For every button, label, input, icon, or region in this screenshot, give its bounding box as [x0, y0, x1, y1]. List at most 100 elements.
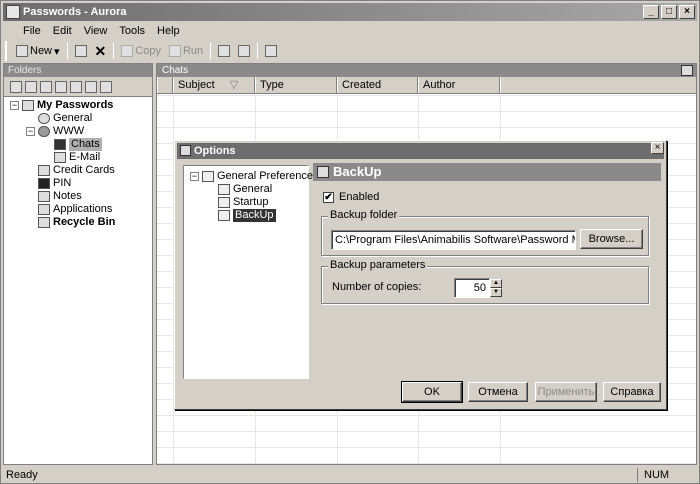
menu-edit[interactable]: Edit: [47, 25, 78, 37]
copies-label: Number of copies:: [332, 281, 422, 293]
menu-help[interactable]: Help: [151, 25, 186, 37]
pane-menu-icon[interactable]: [681, 65, 693, 76]
delete-button[interactable]: ✕: [92, 42, 110, 60]
stepper-down-icon[interactable]: ▼: [490, 288, 502, 297]
folder-sort-icon[interactable]: [85, 80, 97, 93]
help-button[interactable]: Справка: [603, 382, 661, 402]
tree-node-my-passwords[interactable]: − My Passwords: [4, 99, 152, 112]
app-icon: [6, 5, 20, 19]
pref-node-general[interactable]: General: [218, 183, 272, 196]
copy-button[interactable]: Copy: [118, 42, 164, 60]
tree-label: WWW: [53, 125, 85, 137]
tree-label: General: [53, 112, 93, 124]
menu-view[interactable]: View: [78, 25, 114, 37]
panel-title: BackUp: [333, 164, 382, 179]
recycle-bin-icon: [38, 217, 50, 228]
backup-parameters-group: Backup parameters Number of copies: 50 ▲…: [321, 259, 649, 304]
toolbar-separator: [113, 43, 115, 59]
backup-panel: BackUp ✔ Enabled Backup folder C:\Progra…: [313, 163, 661, 381]
tree-node-www[interactable]: − WWW: [4, 125, 152, 138]
list-title: Chats: [162, 65, 189, 76]
folder-properties-icon[interactable]: [25, 80, 37, 93]
enabled-checkbox[interactable]: ✔ Enabled: [323, 191, 379, 203]
new-folder-icon[interactable]: [10, 80, 22, 93]
tree-node-general[interactable]: General: [4, 112, 152, 125]
run-button-label: Run: [182, 45, 204, 57]
properties-button[interactable]: [72, 42, 90, 60]
folder-view-icon[interactable]: [100, 80, 112, 93]
column-header-filler: [500, 77, 696, 93]
backup-icon: [317, 166, 329, 178]
column-header-icon[interactable]: [157, 77, 173, 93]
tree-label: Credit Cards: [53, 164, 115, 176]
new-button[interactable]: New ▾: [13, 42, 63, 60]
folder-tree: − My Passwords General − WWW Chats E-Mai…: [4, 97, 152, 229]
column-headers: Subject ▽ Type Created Author: [157, 77, 696, 94]
sort-arrow-icon: ▽: [229, 79, 239, 91]
collapse-icon[interactable]: −: [10, 101, 19, 110]
pref-node-startup[interactable]: Startup: [218, 196, 268, 209]
preferences-tree: − General Preferences General Startup Ba…: [183, 165, 319, 379]
group-label: Backup folder: [328, 209, 400, 221]
pref-node-general-preferences[interactable]: − General Preferences: [190, 170, 319, 183]
email-icon: [54, 152, 66, 163]
dropdown-arrow-icon[interactable]: ▾: [54, 45, 60, 58]
page-icon: [218, 210, 230, 221]
menu-bar: File Edit View Tools Help: [3, 22, 186, 40]
lock-button[interactable]: [262, 42, 280, 60]
pref-node-backup[interactable]: BackUp: [218, 209, 276, 222]
stepper-up-icon[interactable]: ▲: [490, 279, 502, 288]
enabled-label: Enabled: [339, 191, 380, 203]
minimize-button[interactable]: _: [643, 5, 659, 19]
dialog-close-button[interactable]: ×: [651, 142, 664, 154]
column-header-subject[interactable]: Subject ▽: [173, 77, 255, 93]
tree-label: E-Mail: [69, 151, 101, 163]
column-header-created[interactable]: Created: [337, 77, 418, 93]
copies-input[interactable]: 50: [454, 278, 490, 298]
ok-button[interactable]: OK: [401, 381, 463, 403]
collapse-icon[interactable]: −: [190, 172, 199, 181]
copies-stepper[interactable]: ▲ ▼: [490, 279, 502, 297]
options-icon: [180, 145, 191, 156]
tree-node-pin[interactable]: PIN: [4, 177, 152, 190]
tree-node-notes[interactable]: Notes: [4, 190, 152, 203]
backup-folder-input[interactable]: C:\Program Files\Animabilis Software\Pas…: [331, 230, 576, 250]
folder-delete-icon[interactable]: [40, 80, 52, 93]
tree-node-applications[interactable]: Applications: [4, 203, 152, 216]
checkbox-box[interactable]: ✔: [323, 191, 334, 203]
num-lock-indicator: NUM: [637, 468, 697, 482]
tree-node-email[interactable]: E-Mail: [4, 151, 152, 164]
folders-pane: Folders − My Passwords General − WWW Cha…: [3, 63, 153, 465]
column-header-type[interactable]: Type: [255, 77, 337, 93]
apply-button[interactable]: Применить: [535, 382, 597, 402]
copy-icon: [121, 45, 134, 57]
close-button[interactable]: ×: [679, 5, 695, 19]
options-button[interactable]: [215, 42, 233, 60]
browse-button[interactable]: Browse...: [580, 229, 643, 249]
window-title: Passwords - Aurora: [23, 6, 127, 18]
maximize-button[interactable]: □: [661, 5, 677, 19]
toolbar-separator: [210, 43, 212, 59]
menu-file[interactable]: File: [17, 25, 47, 37]
lock-icon: [265, 45, 278, 57]
folder-copy-icon[interactable]: [70, 80, 82, 93]
title-bar: Passwords - Aurora _ □ ×: [3, 3, 697, 21]
menu-tools[interactable]: Tools: [113, 25, 151, 37]
settings-button[interactable]: [235, 42, 253, 60]
run-button[interactable]: Run: [166, 42, 206, 60]
options-dialog: Options × − General Preferences General …: [174, 140, 667, 410]
panel-header: BackUp: [313, 163, 661, 181]
folder-icon: [202, 171, 214, 182]
tree-label: PIN: [53, 177, 72, 189]
tree-node-chats[interactable]: Chats: [4, 138, 152, 151]
folder-move-icon[interactable]: [55, 80, 67, 93]
status-text: Ready: [6, 469, 38, 481]
folders-header: Folders: [4, 64, 152, 77]
tree-node-credit-cards[interactable]: Credit Cards: [4, 164, 152, 177]
cancel-button[interactable]: Отмена: [468, 382, 528, 402]
column-header-author[interactable]: Author: [418, 77, 500, 93]
chat-window-icon: [54, 139, 66, 150]
collapse-icon[interactable]: −: [26, 127, 35, 136]
home-icon: [22, 100, 34, 111]
tree-node-recycle-bin[interactable]: Recycle Bin: [4, 216, 152, 229]
